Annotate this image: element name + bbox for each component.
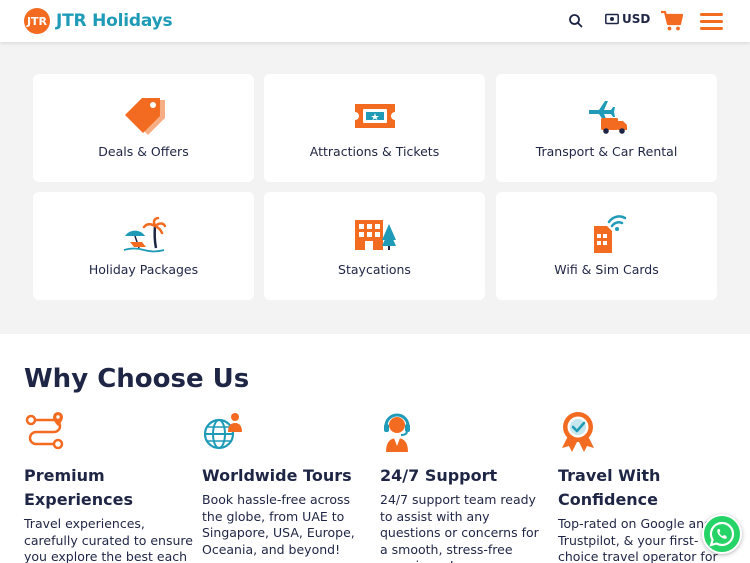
- hotel-icon: [354, 220, 396, 250]
- category-card-transport[interactable]: Transport & Car Rental: [496, 74, 717, 182]
- category-label: Transport & Car Rental: [535, 144, 678, 159]
- feature-premium: Premium Experiences Travel experiences, …: [24, 410, 194, 563]
- award-badge-icon: [562, 412, 594, 452]
- feature-description: Book hassle-free across the globe, from …: [202, 492, 355, 557]
- whatsapp-button[interactable]: [702, 514, 742, 554]
- site-header: JTR JTR Holidays USD: [0, 0, 750, 42]
- feature-title: Travel With Confidence: [558, 466, 661, 509]
- logo-mark-icon: JTR: [24, 8, 50, 34]
- currency-label: USD: [622, 12, 651, 26]
- hamburger-menu-icon[interactable]: [700, 13, 723, 30]
- category-card-staycations[interactable]: Staycations: [264, 192, 485, 300]
- feature-title: 24/7 Support: [380, 466, 498, 485]
- category-card-holiday[interactable]: Holiday Packages: [33, 192, 254, 300]
- category-label: Deals & Offers: [98, 144, 189, 159]
- plane-truck-icon: [588, 101, 627, 134]
- category-card-attractions[interactable]: Attractions & Tickets: [264, 74, 485, 182]
- category-label: Attractions & Tickets: [309, 144, 440, 159]
- brand-name: JTR Holidays: [56, 11, 173, 31]
- currency-selector[interactable]: USD: [605, 12, 650, 26]
- ticket-icon: [354, 104, 395, 128]
- feature-title: Worldwide Tours: [202, 466, 352, 485]
- brand-logo[interactable]: JTR JTR Holidays: [24, 8, 173, 34]
- cart-icon[interactable]: [660, 10, 684, 32]
- feature-description: Top-rated on Google and Trustpilot, & yo…: [558, 516, 718, 563]
- category-card-deals[interactable]: Deals & Offers: [33, 74, 254, 182]
- sim-wifi-icon: [593, 215, 626, 253]
- search-icon[interactable]: [566, 11, 586, 31]
- whatsapp-icon: [709, 521, 735, 547]
- support-agent-icon: [384, 413, 410, 452]
- feature-title: Premium Experiences: [24, 466, 134, 509]
- category-card-wifi[interactable]: Wifi & Sim Cards: [496, 192, 717, 300]
- feature-description: 24/7 support team ready to assist with a…: [380, 492, 539, 563]
- route-icon: [25, 412, 64, 450]
- currency-icon: [605, 13, 619, 25]
- category-section: Deals & Offers Attractions & Tickets Tra…: [0, 42, 750, 334]
- beach-icon: [123, 216, 166, 253]
- why-choose-us-heading: Why Choose Us: [24, 364, 250, 394]
- category-label: Wifi & Sim Cards: [554, 262, 659, 277]
- feature-worldwide: Worldwide Tours Book hassle-free across …: [202, 410, 372, 558]
- category-label: Staycations: [338, 262, 411, 277]
- price-tag-icon: [124, 98, 165, 135]
- feature-description: Travel experiences, carefully curated to…: [24, 516, 193, 563]
- globe-person-icon: [203, 413, 242, 450]
- category-label: Holiday Packages: [88, 262, 199, 277]
- feature-support: 24/7 Support 24/7 support team ready to …: [380, 410, 550, 563]
- feature-confidence: Travel With Confidence Top-rated on Goog…: [558, 410, 723, 563]
